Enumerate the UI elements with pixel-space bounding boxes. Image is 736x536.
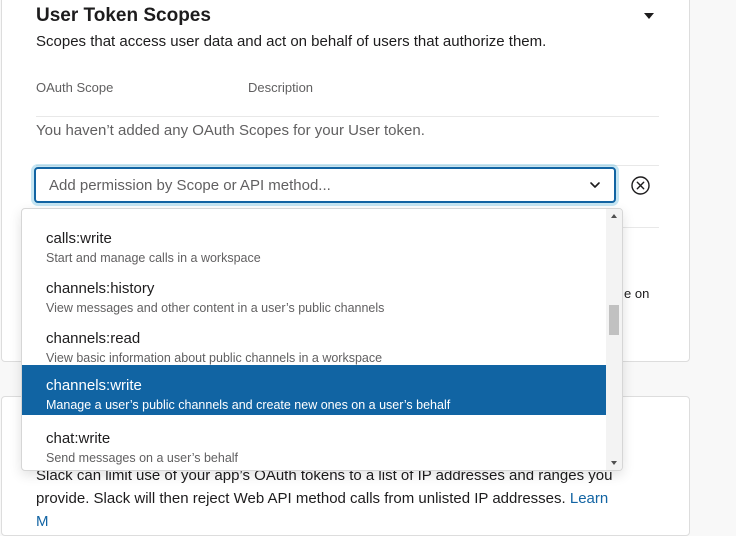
scroll-down-arrow-icon[interactable] bbox=[611, 461, 617, 465]
option-description: Manage a user’s public channels and crea… bbox=[46, 398, 451, 412]
scroll-up-arrow-icon[interactable] bbox=[611, 214, 617, 218]
divider bbox=[622, 227, 659, 228]
dropdown-scrollbar[interactable] bbox=[606, 209, 622, 470]
option-name: calls:write bbox=[46, 230, 112, 247]
option-name: channels:write bbox=[46, 377, 142, 394]
chevron-down-icon[interactable] bbox=[588, 178, 602, 192]
select-placeholder: Add permission by Scope or API method... bbox=[49, 177, 331, 194]
dropdown-option[interactable]: calls:write Start and manage calls in a … bbox=[22, 218, 608, 268]
caret-down-icon[interactable] bbox=[644, 13, 654, 19]
dropdown-option[interactable]: channels:history View messages and other… bbox=[22, 268, 608, 318]
dropdown-option-selected[interactable]: channels:write Manage a user’s public ch… bbox=[22, 365, 608, 415]
option-name: chat:write bbox=[46, 430, 111, 447]
dropdown-option[interactable]: channels:read View basic information abo… bbox=[22, 318, 608, 368]
learn-more-link[interactable]: Learn bbox=[570, 490, 608, 507]
close-circle-icon[interactable] bbox=[630, 175, 651, 196]
ip-description-text: provide. Slack will then reject Web API … bbox=[36, 490, 566, 507]
divider bbox=[36, 165, 659, 166]
ip-description-line-2: provide. Slack will then reject Web API … bbox=[36, 490, 608, 507]
section-title: User Token Scopes bbox=[36, 5, 211, 26]
option-description: View basic information about public chan… bbox=[46, 351, 383, 365]
column-header-oauth-scope: OAuth Scope bbox=[36, 80, 114, 95]
scrollbar-thumb[interactable] bbox=[609, 305, 619, 335]
add-permission-select[interactable]: Add permission by Scope or API method... bbox=[34, 167, 616, 203]
option-description: View messages and other content in a use… bbox=[46, 301, 385, 315]
empty-scopes-message: You haven’t added any OAuth Scopes for y… bbox=[36, 122, 425, 139]
background-partial-text: e on bbox=[624, 286, 650, 301]
section-subtitle: Scopes that access user data and act on … bbox=[36, 33, 547, 50]
option-description: Start and manage calls in a workspace bbox=[46, 251, 261, 265]
option-name: channels:history bbox=[46, 280, 155, 297]
option-description: Send messages on a user’s behalf bbox=[46, 451, 239, 465]
column-header-description: Description bbox=[248, 80, 314, 95]
divider bbox=[36, 116, 659, 117]
scope-dropdown-menu[interactable]: calls:write Start and manage calls in a … bbox=[21, 208, 623, 471]
option-name: channels:read bbox=[46, 330, 141, 347]
dropdown-option[interactable]: chat:write Send messages on a user’s beh… bbox=[22, 418, 608, 468]
